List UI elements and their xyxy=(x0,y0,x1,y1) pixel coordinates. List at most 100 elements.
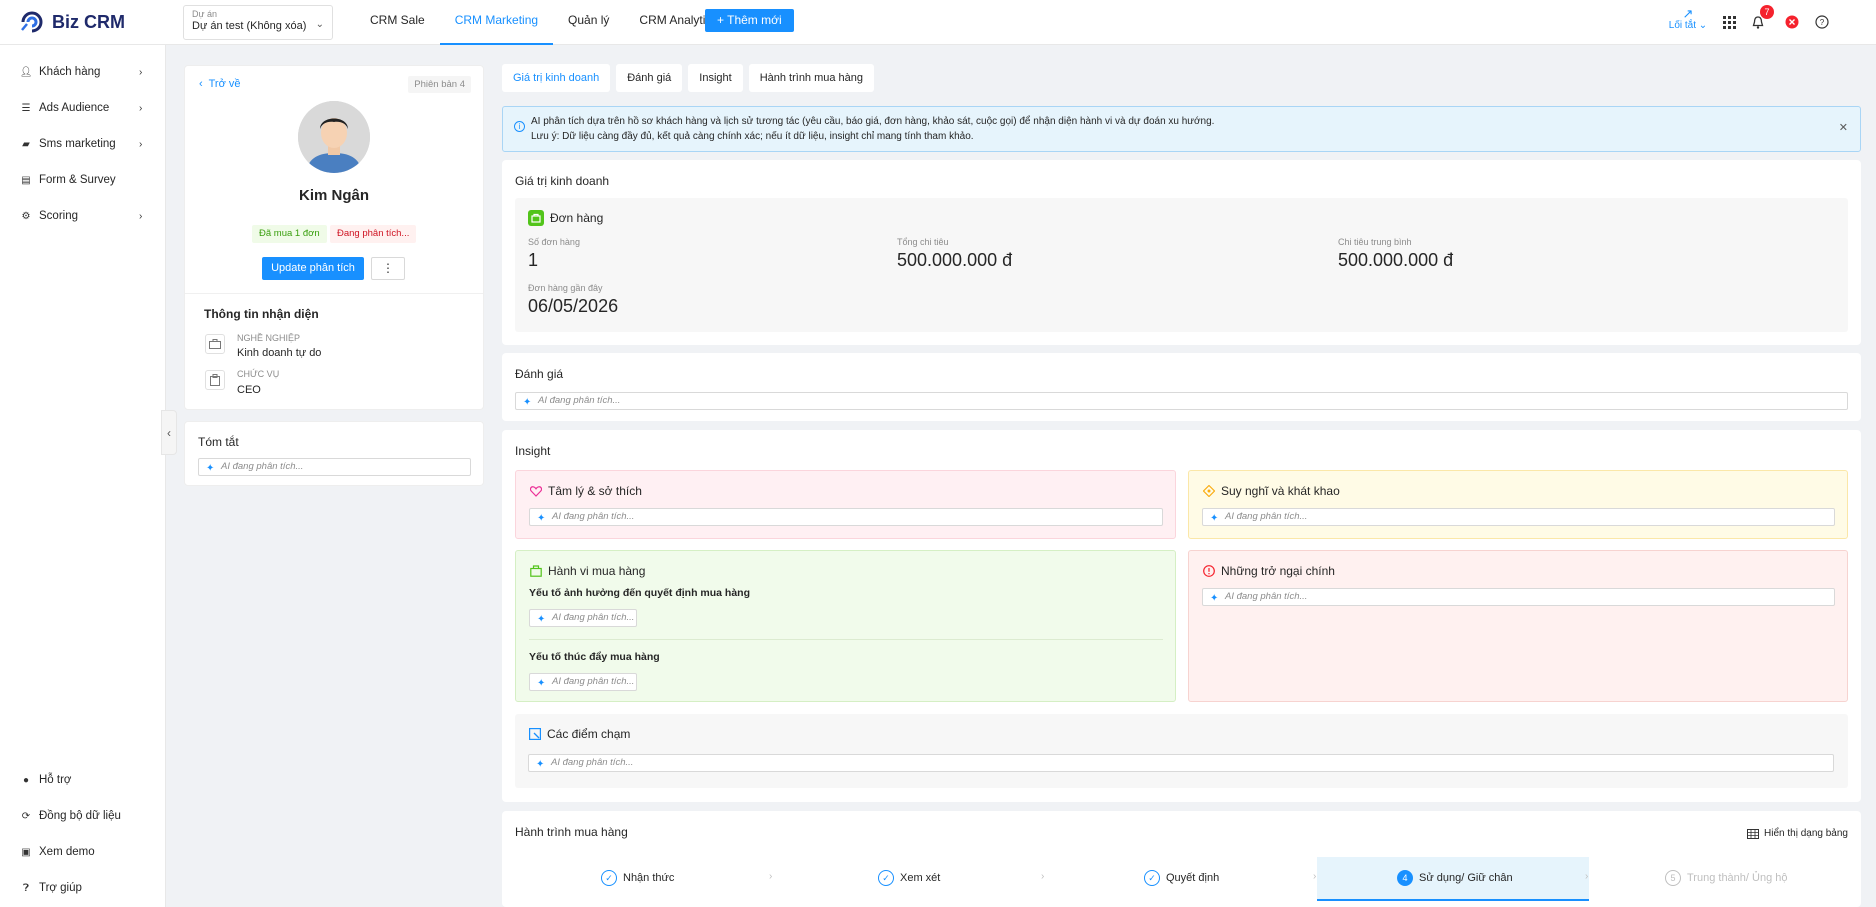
psych-title: Tâm lý & sở thích xyxy=(530,484,642,498)
sidebar-item-dong-bo[interactable]: ⟳ Đồng bộ dữ liệu xyxy=(0,805,166,827)
top-bar: Biz CRM Dự án Dự án test (Không xóa) ⌄ C… xyxy=(0,0,1876,45)
avg-spend-label: Chi tiêu trung bình xyxy=(1338,237,1412,247)
project-select-label: Dự án xyxy=(192,9,218,19)
sidebar-item-scoring[interactable]: ⚙ Scoring › xyxy=(0,205,166,227)
app-logo[interactable]: Biz CRM xyxy=(0,10,165,34)
journey-step-trung-thanh[interactable]: 5 Trung thành/ Ủng hộ xyxy=(1665,857,1788,899)
close-circle-icon[interactable] xyxy=(1784,14,1800,30)
sparkle-icon: ✦ xyxy=(206,463,215,474)
thoughts-ai-placeholder: ✦ AI đang phân tích... xyxy=(1202,508,1835,526)
shortcut-label: Lối tắt ⌄ xyxy=(1668,20,1708,31)
nav-crm-sale[interactable]: CRM Sale xyxy=(355,0,440,45)
journey-step-xem-xet[interactable]: ✓ Xem xét xyxy=(878,857,940,899)
journey-step-su-dung[interactable]: 4 Sử dụng/ Giữ chân xyxy=(1397,857,1513,899)
tabs: Giá trị kinh doanh Đánh giá Insight Hành… xyxy=(502,64,875,92)
logo-text: Biz CRM xyxy=(52,11,126,32)
table-view-toggle[interactable]: Hiển thị dạng bảng xyxy=(1747,828,1848,839)
avg-spend-value: 500.000.000 đ xyxy=(1338,250,1454,270)
chevron-right-icon: › xyxy=(1313,871,1317,882)
sidebar-item-label: Sms marketing xyxy=(39,138,116,150)
tab-insight[interactable]: Insight xyxy=(688,64,743,92)
chevron-right-icon: › xyxy=(139,66,143,78)
sidebar-item-sms-marketing[interactable]: ▰ Sms marketing › xyxy=(0,133,166,155)
touchpoint-icon xyxy=(529,728,541,740)
close-icon[interactable]: ✕ xyxy=(1839,121,1848,134)
journey-step-quyet-dinh[interactable]: ✓ Quyết định xyxy=(1144,857,1219,899)
shortcut-button[interactable]: ↗ Lối tắt ⌄ xyxy=(1668,7,1708,31)
share-icon: ↗ xyxy=(1682,6,1694,21)
sidebar-item-xem-demo[interactable]: ▣ Xem demo xyxy=(0,841,166,863)
sidebar-item-ads-audience[interactable]: ☰ Ads Audience › xyxy=(0,97,166,119)
evaluation-ai-placeholder: ✦ AI đang phân tích... xyxy=(515,392,1848,410)
nav-crm-marketing[interactable]: CRM Marketing xyxy=(439,0,554,45)
total-spend-value: 500.000.000 đ xyxy=(897,250,1013,270)
sparkle-icon: ✦ xyxy=(537,614,546,625)
sidebar-item-khach-hang[interactable]: 👤︎ Khách hàng › xyxy=(0,61,166,83)
orders-title: Đơn hàng xyxy=(528,210,603,226)
behavior-factor-title: Yếu tố ảnh hưởng đến quyết định mua hàng xyxy=(529,587,750,599)
add-new-button[interactable]: + Thêm mới xyxy=(705,9,794,32)
sidebar-item-form-survey[interactable]: ▤ Form & Survey xyxy=(0,169,166,191)
collapse-sidebar-button[interactable]: ‹ xyxy=(161,410,177,455)
apps-grid-icon[interactable] xyxy=(1721,14,1737,30)
demo-icon: ▣ xyxy=(21,846,31,858)
job-label: Nghề nghiệp xyxy=(237,333,301,343)
job-value: Kinh doanh tự do xyxy=(237,347,322,359)
sidebar-item-label: Form & Survey xyxy=(39,174,116,186)
journey-step-nhan-thuc[interactable]: ✓ Nhận thức xyxy=(601,857,674,899)
business-value-title: Giá trị kinh doanh xyxy=(515,174,610,188)
chevron-down-icon: ⌄ xyxy=(315,19,324,30)
alert-circle-icon xyxy=(1203,565,1215,577)
sidebar-item-ho-tro[interactable]: ● Hỗ trợ xyxy=(0,769,166,791)
sidebar-item-label: Trợ giúp xyxy=(39,882,82,894)
divider xyxy=(185,293,483,294)
gear-icon: ⚙ xyxy=(21,210,31,222)
touchpoints-box: Các điểm chạm ✦ AI đang phân tích... xyxy=(515,714,1848,788)
check-circle-icon: ✓ xyxy=(1144,870,1160,886)
sidebar-item-label: Ads Audience xyxy=(39,102,110,114)
check-circle-icon: ✓ xyxy=(601,870,617,886)
sidebar-item-tro-giup[interactable]: ❓︎ Trợ giúp xyxy=(0,877,166,899)
recent-order-label: Đơn hàng gần đây xyxy=(528,283,603,293)
bizcrm-logo-icon xyxy=(21,11,43,33)
obstacles-ai-placeholder: ✦ AI đang phân tích... xyxy=(1202,588,1835,606)
journey-title: Hành trình mua hàng xyxy=(515,825,628,839)
order-count-value: 1 xyxy=(528,250,539,270)
behavior-title: Hành vi mua hàng xyxy=(530,564,645,578)
obstacles-box: Những trở ngại chính ✦ AI đang phân tích.… xyxy=(1188,550,1848,702)
back-link[interactable]: ‹ Trở về xyxy=(199,78,240,90)
cart-icon xyxy=(528,210,544,226)
help-circle-icon[interactable]: ? xyxy=(1814,14,1830,30)
project-select[interactable]: Dự án Dự án test (Không xóa) ⌄ xyxy=(183,5,333,40)
notification-badge: 7 xyxy=(1760,5,1774,19)
more-options-button[interactable]: ⋮ xyxy=(371,257,405,280)
nav-quan-ly[interactable]: Quản lý xyxy=(553,0,624,45)
sparkle-icon: ✦ xyxy=(537,513,546,524)
chevron-right-icon: › xyxy=(139,102,143,114)
chevron-right-icon: › xyxy=(1585,871,1589,882)
update-analysis-button[interactable]: Update phân tích xyxy=(262,257,364,280)
identity-title: Thông tin nhận diện xyxy=(204,307,319,321)
evaluation-title: Đánh giá xyxy=(515,367,564,381)
tab-danh-gia[interactable]: Đánh giá xyxy=(616,64,683,92)
message-icon: ▰ xyxy=(22,138,30,150)
sidebar-item-label: Khách hàng xyxy=(39,66,101,78)
sparkle-icon: ✦ xyxy=(537,678,546,689)
chevron-left-icon: ‹ xyxy=(199,78,203,90)
sidebar-item-label: Xem demo xyxy=(39,846,95,858)
customer-name: Kim Ngân xyxy=(298,187,369,204)
sidebar-item-label: Hỗ trợ xyxy=(39,774,72,786)
thoughts-title: Suy nghĩ và khát khao xyxy=(1203,484,1340,498)
behavior-box: Hành vi mua hàng Yếu tố ảnh hưởng đến qu… xyxy=(515,550,1176,702)
step-number-icon: 4 xyxy=(1397,870,1413,886)
tab-gia-tri-kinh-doanh[interactable]: Giá trị kinh doanh xyxy=(502,64,611,92)
shopping-bag-icon xyxy=(530,565,542,577)
sparkle-icon: ✦ xyxy=(1210,593,1219,604)
check-circle-icon: ✓ xyxy=(878,870,894,886)
clipboard-icon: ▤ xyxy=(21,174,31,186)
tab-hanh-trinh[interactable]: Hành trình mua hàng xyxy=(748,64,875,92)
chevron-right-icon: › xyxy=(139,138,143,150)
info-icon: i xyxy=(514,121,525,132)
summary-ai-placeholder: ✦ AI đang phân tích... xyxy=(198,458,471,476)
summary-card: Tóm tắt ✦ AI đang phân tích... xyxy=(184,421,484,486)
